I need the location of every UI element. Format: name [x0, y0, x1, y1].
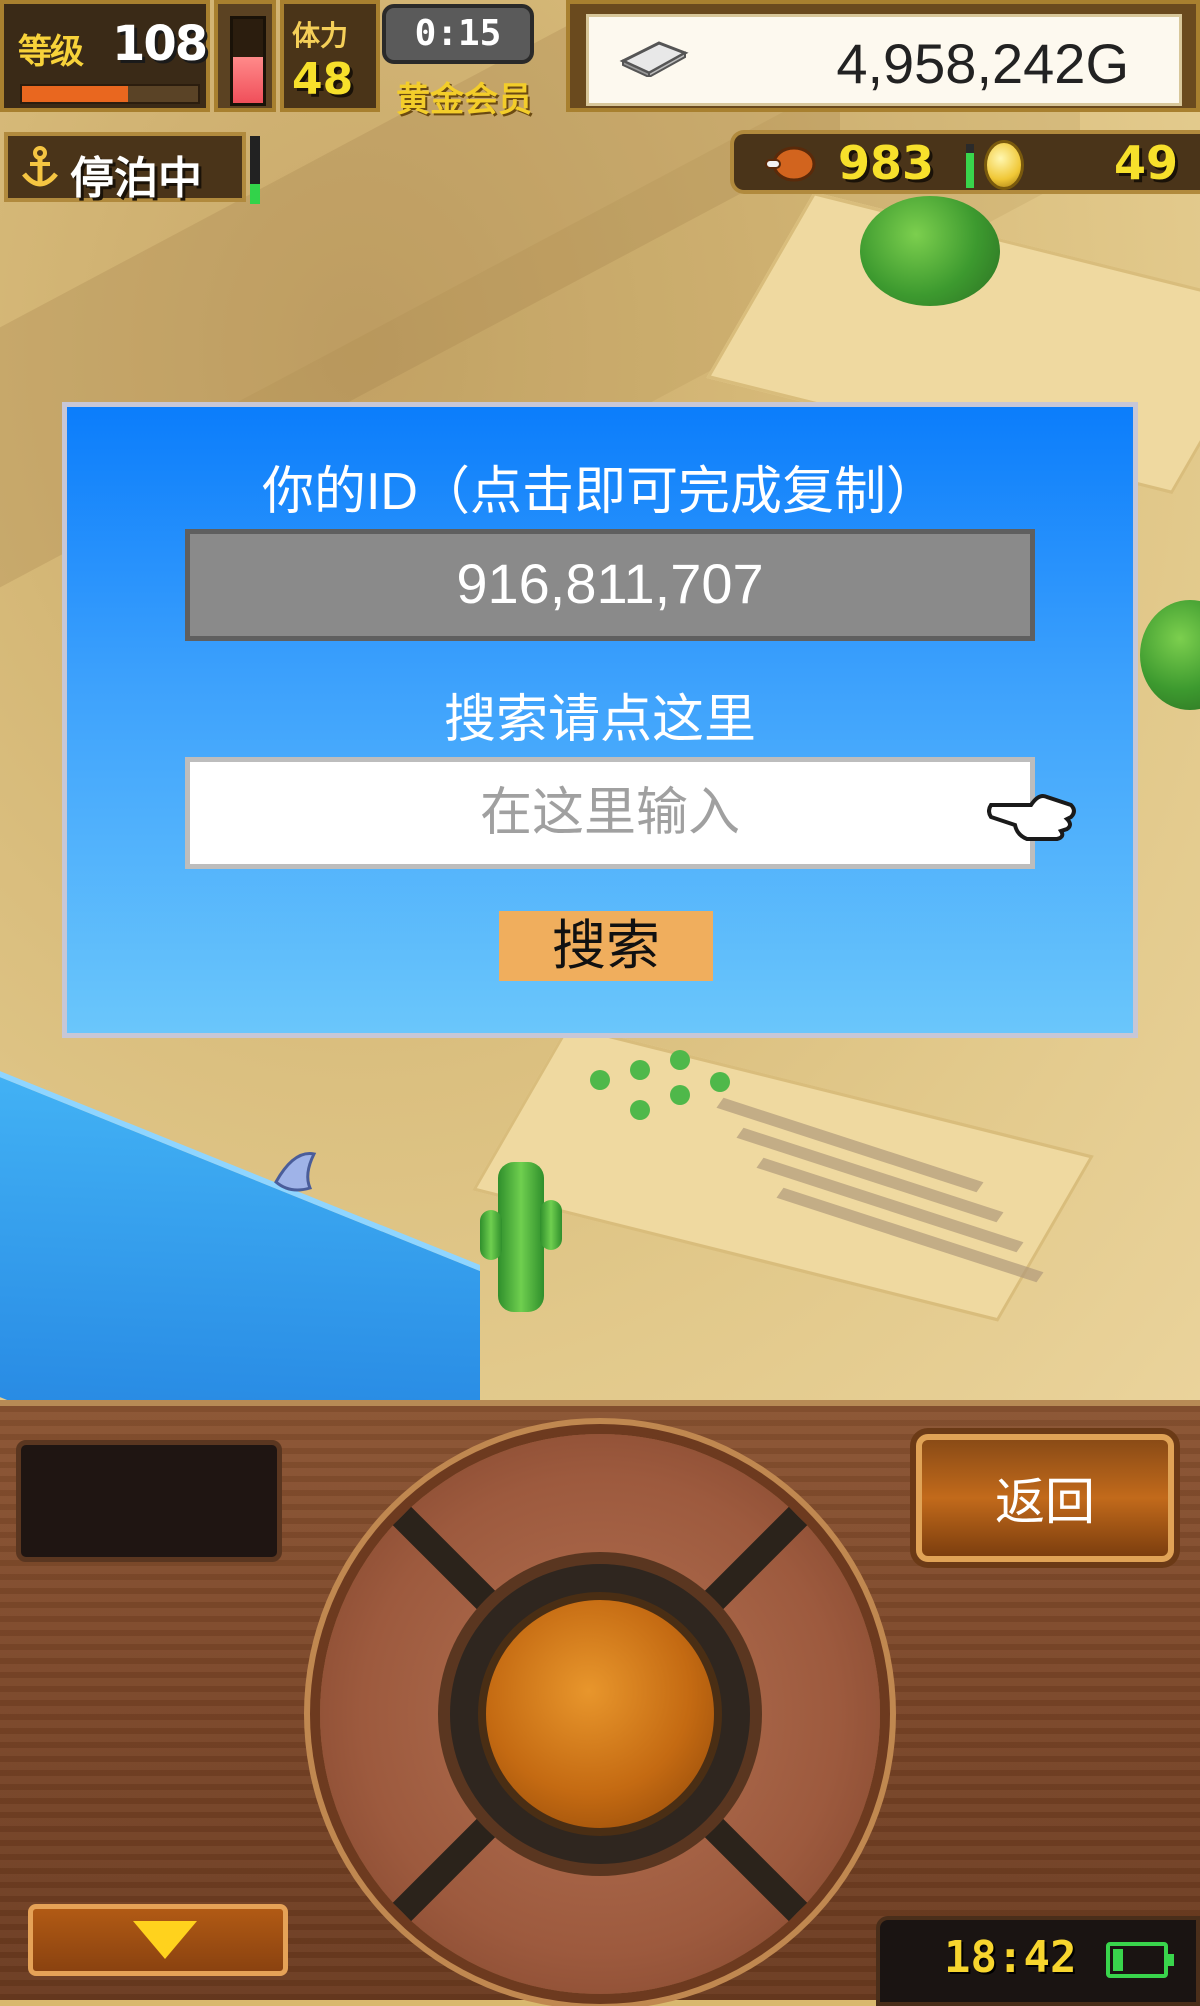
dpad-left[interactable] — [330, 1644, 470, 1804]
clock-panel: 18:42 — [876, 1916, 1200, 2006]
back-button[interactable]: 返回 — [916, 1434, 1174, 1562]
cactus-arm — [540, 1200, 562, 1250]
directional-pad[interactable] — [320, 1434, 880, 1994]
sea — [0, 1054, 480, 1400]
player-id-copy-box[interactable]: 916,811,707 — [185, 529, 1035, 641]
menu-toggle-button[interactable] — [28, 1904, 288, 1976]
anchor-status-panel[interactable]: 停泊中 — [4, 132, 246, 204]
crop-sprouts — [590, 1050, 730, 1120]
info-slot — [16, 1440, 282, 1562]
meat-icon — [765, 146, 816, 182]
dpad-right[interactable] — [730, 1644, 870, 1804]
pointing-hand-icon — [987, 794, 1076, 841]
money-panel: 4,958,242G — [566, 0, 1200, 112]
seashell-icon[interactable] — [270, 1148, 320, 1196]
level-label: 等级 — [18, 32, 84, 72]
cactus — [498, 1162, 544, 1312]
dpad-up[interactable] — [520, 1444, 680, 1584]
hp-label: 体力 — [292, 19, 349, 52]
cactus-arm — [480, 1210, 502, 1260]
search-button[interactable]: 搜索 — [499, 911, 713, 981]
hp-value: 48 — [292, 54, 354, 105]
coin-icon — [984, 140, 1024, 190]
silver-bar-icon — [619, 41, 689, 77]
anchor-icon — [22, 146, 58, 187]
membership-label: 黄金会员 — [396, 80, 532, 120]
bush — [860, 196, 1000, 306]
control-panel: 返回 18:42 — [0, 1400, 1200, 2006]
meat-count: 983 — [838, 136, 935, 190]
search-title: 搜索请点这里 — [443, 691, 756, 749]
anchor-status-text: 停泊中 — [70, 153, 202, 204]
money-value: 4,958,242G — [836, 32, 1129, 95]
stamina-bar-fill — [233, 56, 263, 103]
down-arrow-icon — [133, 1921, 197, 1959]
hp-panel: 体力 48 — [280, 0, 380, 112]
stamina-bar — [230, 16, 266, 106]
coin-count: 49 — [1113, 136, 1178, 190]
anchor-gauge — [250, 136, 260, 204]
xp-bar — [20, 84, 200, 104]
id-title: 你的ID（点击即可完成复制） — [261, 463, 938, 521]
level-value: 108 — [112, 16, 208, 72]
dpad-center-ring — [450, 1564, 750, 1864]
clock-time: 18:42 — [944, 1932, 1077, 1983]
level-panel: 等级 108 — [0, 0, 210, 112]
resource-panel: 983 49 — [730, 130, 1200, 194]
meat-gauge — [966, 144, 974, 188]
bush — [1140, 600, 1200, 710]
timer: 0:15 — [382, 4, 534, 64]
search-input[interactable] — [185, 757, 1035, 869]
xp-bar-fill — [22, 86, 128, 102]
dpad-down[interactable] — [520, 1844, 680, 1984]
stamina-panel — [214, 0, 276, 112]
battery-icon — [1106, 1942, 1174, 1978]
battery-fill — [1113, 1949, 1124, 1971]
dpad-center-button[interactable] — [478, 1592, 722, 1836]
id-search-dialog: 你的ID（点击即可完成复制） 916,811,707 搜索请点这里 搜索 — [62, 402, 1138, 1038]
